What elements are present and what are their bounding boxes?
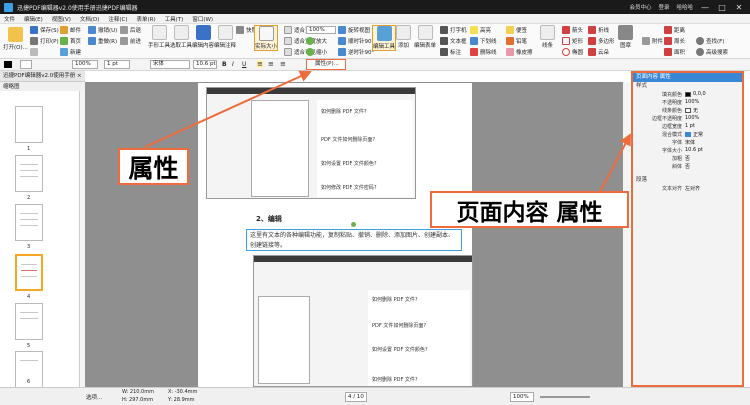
annotation-arrows xyxy=(144,70,631,193)
page-content-properties-callout: 页面内容 属性 xyxy=(430,191,629,228)
properties-callout: 属性 xyxy=(118,148,189,185)
